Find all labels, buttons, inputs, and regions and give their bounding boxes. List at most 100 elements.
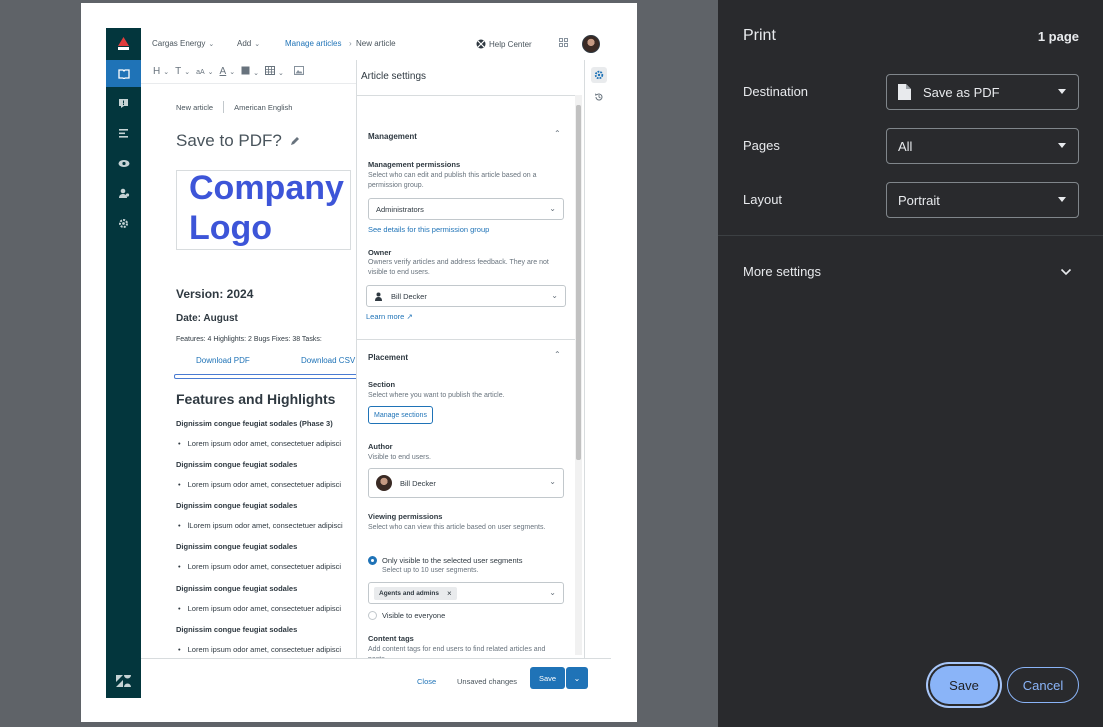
close-button[interactable]: Close	[417, 677, 436, 686]
more-settings-toggle[interactable]: More settings	[743, 264, 821, 279]
viewing-permissions-hint: Select who can view this article based o…	[368, 524, 546, 531]
owner-select[interactable]: Bill Decker ⌄	[366, 285, 566, 307]
placement-section-heading[interactable]: Placement	[368, 353, 408, 362]
destination-select[interactable]: Save as PDF	[886, 74, 1079, 110]
content-tags-hint: Add content tags for end users to find r…	[368, 646, 546, 658]
learn-more-link[interactable]: Learn more ↗	[366, 312, 413, 321]
radio-everyone[interactable]	[368, 611, 377, 620]
layout-select[interactable]: Portrait	[886, 182, 1079, 218]
management-permissions-select[interactable]: Administrators ⌄	[368, 198, 564, 220]
divider	[357, 95, 575, 96]
destination-label: Destination	[743, 84, 809, 99]
settings-scrollbar[interactable]	[575, 95, 582, 655]
user-segments-select[interactable]: Agents and admins × ⌄	[368, 582, 564, 604]
management-section-heading[interactable]: Management	[368, 132, 417, 141]
breadcrumb-current: New article	[356, 39, 396, 48]
text-dropdown[interactable]: T ⌄	[175, 66, 190, 77]
divider	[357, 339, 575, 340]
guide-logo-icon	[118, 37, 129, 50]
download-pdf-link[interactable]: Download PDF	[196, 356, 250, 365]
print-dialog: Print 1 page Destination Save as PDF Pag…	[718, 0, 1103, 727]
alert-icon[interactable]	[114, 94, 133, 113]
author-select[interactable]: Bill Decker ⌄	[368, 468, 564, 498]
dropdown-arrow-icon	[1058, 143, 1066, 148]
layout-label: Layout	[743, 192, 783, 207]
section-heading: Dignissim congue feugiat sodales	[176, 460, 298, 469]
help-center-link[interactable]: Help Center	[476, 39, 532, 49]
radio-selected-segments-label[interactable]: Only visible to the selected user segmen…	[382, 556, 523, 565]
author-hint: Visible to end users.	[368, 454, 431, 461]
section-heading: Dignissim congue feugiat sodales	[176, 542, 298, 551]
user-avatar[interactable]	[582, 35, 600, 53]
company-logo-image: Company Logo	[176, 169, 351, 250]
image-icon[interactable]	[293, 65, 304, 78]
collapse-management-icon[interactable]: ⌃	[554, 129, 561, 138]
viewing-permissions-label: Viewing permissions	[368, 512, 443, 521]
breadcrumb-manage-articles[interactable]: Manage articles	[285, 39, 341, 48]
list-item: Lorem ipsum odor amet, consectetuer adip…	[178, 439, 341, 448]
owner-hint: Owners verify articles and address feedb…	[368, 259, 549, 276]
stats-line: Features: 4 Highlights: 2 Bugs Fixes: 38…	[176, 336, 322, 343]
pencil-icon	[290, 137, 299, 145]
breadcrumb-separator: ›	[349, 39, 352, 48]
gear-icon[interactable]	[114, 214, 133, 233]
list-item: Lorem ipsum odor amet, consectetuer adip…	[178, 480, 341, 489]
knowledge-icon[interactable]	[106, 60, 141, 87]
save-button[interactable]: Save	[530, 667, 565, 689]
app-header: Cargas Energy ⌄ Add ⌄ Manage articles › Ne…	[141, 28, 611, 60]
list-item: Lorem ipsum odor amet, consectetuer adip…	[178, 562, 341, 571]
save-options-chevron-icon[interactable]: ⌄	[566, 667, 588, 689]
eye-icon[interactable]	[114, 154, 133, 173]
section-heading: Dignissim congue feugiat sodales (Phase …	[176, 419, 333, 428]
management-permissions-label: Management permissions	[368, 160, 461, 169]
unsaved-status: Unsaved changes	[457, 677, 518, 686]
owner-label: Owner	[368, 248, 392, 257]
brand-menu[interactable]: Cargas Energy ⌄	[152, 39, 214, 48]
chevron-down-icon: ⌄	[549, 477, 556, 486]
highlight-icon[interactable]: ⌄	[241, 66, 259, 78]
article-title[interactable]: Save to PDF?	[176, 131, 300, 151]
author-label: Author	[368, 442, 393, 451]
pages-label: Pages	[743, 138, 780, 153]
print-cancel-button[interactable]: Cancel	[1007, 667, 1079, 703]
text-color-dropdown[interactable]: A ⌄	[220, 66, 236, 77]
history-icon[interactable]	[591, 89, 607, 105]
collapse-placement-icon[interactable]: ⌃	[554, 350, 561, 359]
apps-grid-icon[interactable]	[559, 38, 568, 49]
dropdown-arrow-icon	[1058, 197, 1066, 202]
font-size-dropdown[interactable]: aA ⌄	[196, 68, 213, 76]
segment-tag[interactable]: Agents and admins ×	[374, 586, 457, 600]
add-menu[interactable]: Add ⌄	[237, 39, 260, 48]
external-link-icon: ↗	[406, 312, 413, 321]
download-csv-link[interactable]: Download CSV	[301, 356, 355, 365]
document-icon	[898, 84, 911, 100]
right-panel-tabs	[584, 60, 611, 658]
radio-selected-segments[interactable]	[368, 556, 377, 565]
remove-tag-icon[interactable]: ×	[447, 589, 452, 598]
version-heading: Version: 2024	[176, 287, 254, 301]
settings-title: Article settings	[361, 71, 427, 82]
users-icon[interactable]	[114, 184, 133, 203]
zendesk-logo-icon	[116, 675, 131, 687]
chevron-down-icon: ⌄	[551, 291, 558, 300]
manage-sections-button[interactable]: Manage sections	[368, 406, 433, 424]
permission-group-details-link[interactable]: See details for this permission group	[368, 225, 489, 234]
heading-dropdown[interactable]: H ⌄	[153, 66, 169, 77]
article-status: New article	[176, 103, 214, 112]
dropdown-arrow-icon	[1058, 89, 1066, 94]
list-item: Lorem ipsum odor amet, consectetuer adip…	[178, 604, 341, 613]
pages-select[interactable]: All	[886, 128, 1079, 164]
radio-everyone-label[interactable]: Visible to everyone	[382, 611, 445, 620]
list-item: lLorem ipsum odor amet, consectetuer adi…	[178, 521, 343, 530]
print-save-button[interactable]: Save	[930, 666, 998, 704]
article-settings-panel: Article settings Management ⌃ Management…	[356, 60, 584, 658]
chevron-down-icon[interactable]	[1059, 265, 1073, 279]
list-icon[interactable]	[114, 124, 133, 143]
author-avatar	[376, 475, 392, 491]
article-editor[interactable]: New article American English Save to PDF?…	[141, 84, 356, 658]
segments-hint: Select up to 10 user segments.	[382, 567, 479, 574]
section-heading: Dignissim congue feugiat sodales	[176, 501, 298, 510]
table-icon[interactable]: ⌄	[264, 65, 284, 78]
article-locale[interactable]: American English	[234, 103, 292, 112]
settings-gear-icon[interactable]	[591, 67, 607, 83]
